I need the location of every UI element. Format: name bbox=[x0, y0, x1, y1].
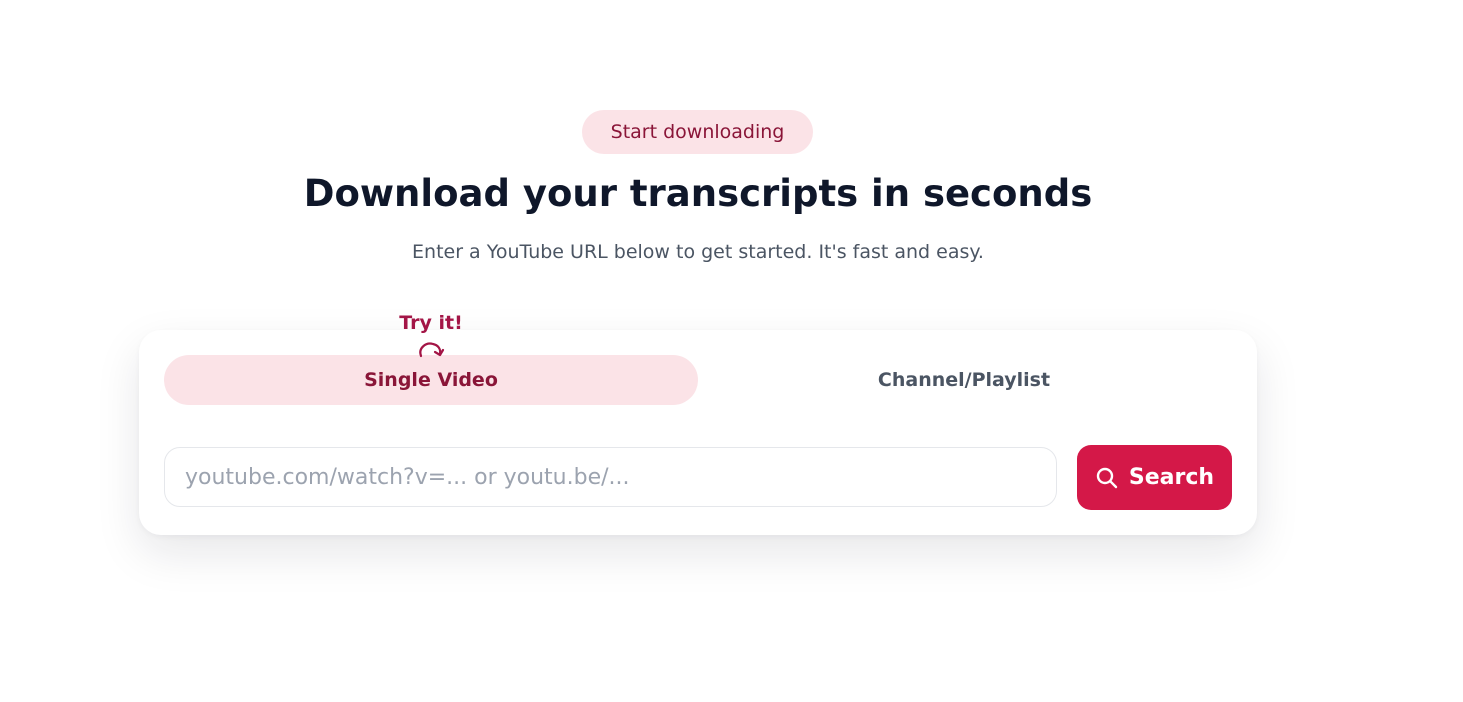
youtube-url-input[interactable] bbox=[164, 447, 1057, 507]
page-title: Download your transcripts in seconds bbox=[303, 172, 1093, 215]
page: Start downloading Download your transcri… bbox=[0, 0, 1463, 702]
search-button[interactable]: Search bbox=[1077, 445, 1232, 510]
curved-arrow-icon bbox=[419, 342, 445, 358]
search-icon bbox=[1096, 467, 1118, 488]
tab-channel-playlist[interactable]: Channel/Playlist bbox=[697, 355, 1231, 405]
page-subtitle: Enter a YouTube URL below to get started… bbox=[412, 241, 984, 263]
search-button-label: Search bbox=[1128, 465, 1215, 490]
tab-single-video[interactable]: Single Video bbox=[164, 355, 698, 405]
try-it-label: Try it! bbox=[399, 312, 463, 334]
start-downloading-badge: Start downloading bbox=[582, 110, 813, 154]
